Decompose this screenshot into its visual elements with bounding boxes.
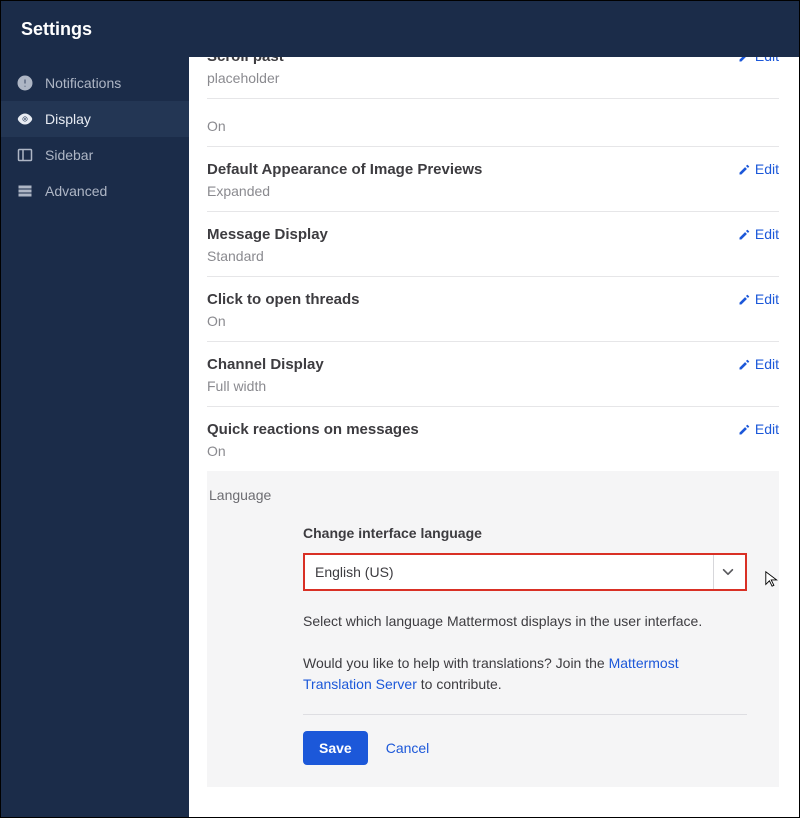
setting-row-message-display: Message Display Edit Standard	[207, 212, 779, 277]
setting-value: On	[207, 118, 779, 134]
setting-value: Full width	[207, 378, 779, 394]
setting-row-image-previews: Default Appearance of Image Previews Edi…	[207, 147, 779, 212]
list-icon	[17, 183, 33, 199]
setting-title: Message Display	[207, 226, 328, 243]
page-title: Settings	[21, 19, 92, 40]
settings-header: Settings	[1, 1, 799, 57]
language-field-label: Change interface language	[303, 525, 779, 541]
setting-title: Channel Display	[207, 356, 324, 373]
exclamation-circle-icon	[17, 75, 33, 91]
columns-icon	[17, 147, 33, 163]
sidebar-item-sidebar[interactable]: Sidebar	[1, 137, 189, 173]
close-button[interactable]	[755, 17, 779, 41]
edit-link[interactable]: Edit	[738, 226, 779, 242]
sidebar-item-label: Advanced	[45, 183, 107, 199]
sidebar-item-label: Notifications	[45, 75, 121, 91]
setting-row-quick-reactions: Quick reactions on messages Edit On	[207, 407, 779, 471]
sidebar-item-display[interactable]: Display	[1, 101, 189, 137]
setting-row-click-threads: Click to open threads Edit On	[207, 277, 779, 342]
edit-link[interactable]: Edit	[738, 161, 779, 177]
setting-value: Standard	[207, 248, 779, 264]
pencil-icon	[738, 163, 750, 175]
setting-value: Expanded	[207, 183, 779, 199]
edit-link[interactable]: Edit	[738, 356, 779, 372]
setting-value: On	[207, 443, 779, 459]
sidebar-item-label: Display	[45, 111, 91, 127]
pencil-icon	[738, 423, 750, 435]
eye-icon	[17, 111, 33, 127]
language-section-title: Language	[207, 487, 779, 503]
setting-title: Click to open threads	[207, 291, 360, 308]
chevron-down-icon	[713, 555, 741, 589]
setting-row-channel-display: Channel Display Edit Full width	[207, 342, 779, 407]
sidebar-item-label: Sidebar	[45, 147, 93, 163]
sidebar-item-advanced[interactable]: Advanced	[1, 173, 189, 209]
pencil-icon	[738, 228, 750, 240]
setting-row: On	[207, 99, 779, 147]
pencil-icon	[738, 358, 750, 370]
pencil-icon	[738, 293, 750, 305]
settings-sidebar: Notifications Display Sidebar Advanced	[1, 57, 189, 817]
language-help-text-1: Select which language Mattermost display…	[303, 611, 743, 633]
language-section: Language Change interface language Engli…	[207, 471, 779, 787]
sidebar-item-notifications[interactable]: Notifications	[1, 65, 189, 101]
setting-value: placeholder	[207, 70, 779, 86]
cancel-button[interactable]: Cancel	[386, 740, 430, 756]
language-select[interactable]: English (US)	[303, 553, 747, 591]
edit-link[interactable]: Edit	[738, 57, 779, 64]
language-select-value: English (US)	[315, 564, 713, 580]
edit-link[interactable]: Edit	[738, 291, 779, 307]
setting-title: Scroll past	[207, 57, 284, 65]
pencil-icon	[738, 57, 750, 62]
edit-link[interactable]: Edit	[738, 421, 779, 437]
setting-title: Quick reactions on messages	[207, 421, 419, 438]
setting-title: Default Appearance of Image Previews	[207, 161, 482, 178]
save-button[interactable]: Save	[303, 731, 368, 765]
setting-value: On	[207, 313, 779, 329]
divider	[303, 714, 747, 715]
setting-row: Scroll past Edit placeholder	[207, 57, 779, 99]
language-help-text-2: Would you like to help with translations…	[303, 653, 743, 696]
